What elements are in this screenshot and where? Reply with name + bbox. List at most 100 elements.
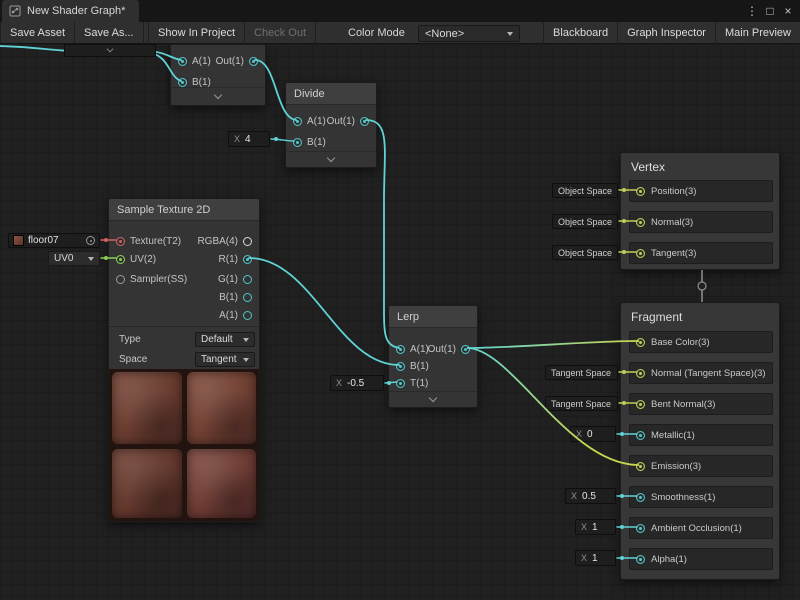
port-output-r[interactable]	[243, 255, 252, 264]
collapsed-node[interactable]	[64, 44, 156, 57]
graph-toolbar: Save Asset Save As... Show In Project Ch…	[0, 22, 800, 44]
port-tangent[interactable]	[636, 249, 645, 258]
block-row-tangent[interactable]: Tangent(3)	[629, 242, 773, 264]
type-dropdown[interactable]: Default	[195, 332, 255, 347]
block-row-smoothness[interactable]: Smoothness(1)	[629, 486, 773, 508]
title-bar: New Shader Graph* ⋮ □ ×	[0, 0, 800, 22]
field-value[interactable]: 1	[592, 522, 598, 533]
field-axis-label: X	[581, 553, 587, 563]
port-input-texture[interactable]	[116, 237, 125, 246]
port-emission[interactable]	[636, 462, 645, 471]
graph-inspector-button[interactable]: Graph Inspector	[618, 22, 716, 44]
port-smoothness[interactable]	[636, 493, 645, 502]
port-output[interactable]	[249, 57, 258, 66]
node-title[interactable]: Sample Texture 2D	[109, 199, 259, 221]
save-as-button[interactable]: Save As...	[75, 22, 144, 44]
block-row-alpha[interactable]: Alpha(1)	[629, 548, 773, 570]
graph-tab[interactable]: New Shader Graph*	[2, 0, 139, 22]
divide-node[interactable]: Divide A(1) Out(1) B(1)	[285, 82, 377, 168]
port-normal[interactable]	[636, 218, 645, 227]
save-group: Save Asset Save As...	[0, 22, 144, 44]
field-value[interactable]: -0.5	[347, 378, 364, 389]
window-close-icon[interactable]: ×	[780, 0, 796, 22]
port-input-a[interactable]	[178, 57, 187, 66]
vertex-block[interactable]: Vertex Position(3) Normal(3) Tangent(3)	[620, 152, 780, 270]
port-input-sampler[interactable]	[116, 275, 125, 284]
block-row-position[interactable]: Position(3)	[629, 180, 773, 202]
port-input-uv[interactable]	[116, 255, 125, 264]
port-label: B(1)	[192, 77, 211, 88]
fragment-block[interactable]: Fragment Base Color(3) Normal (Tangent S…	[620, 302, 780, 580]
block-row-metallic[interactable]: Metallic(1)	[629, 424, 773, 446]
port-label: R(1)	[219, 254, 238, 265]
panels-group: Blackboard Graph Inspector Main Preview	[543, 22, 800, 44]
save-asset-button[interactable]: Save Asset	[1, 22, 75, 44]
port-metallic[interactable]	[636, 431, 645, 440]
block-row-emission[interactable]: Emission(3)	[629, 455, 773, 477]
port-label: A(1)	[192, 56, 211, 67]
space-value: Tangent	[201, 354, 237, 365]
port-normal-tangent-space[interactable]	[636, 369, 645, 378]
field-value[interactable]: 0.5	[582, 491, 596, 502]
chevron-down-icon	[507, 32, 513, 36]
alpha-value-field[interactable]: X 1	[575, 550, 616, 566]
normal-space-selector[interactable]: Object Space	[552, 214, 618, 229]
block-row-ambient-occlusion[interactable]: Ambient Occlusion(1)	[629, 517, 773, 539]
position-space-selector[interactable]: Object Space	[552, 183, 618, 198]
port-input-a[interactable]	[293, 117, 302, 126]
port-output-g[interactable]	[243, 275, 252, 284]
smoothness-value-field[interactable]: X 0.5	[565, 488, 616, 504]
space-dropdown[interactable]: Tangent	[195, 352, 255, 367]
port-alpha[interactable]	[636, 555, 645, 564]
bent-normal-space-selector[interactable]: Tangent Space	[545, 396, 618, 411]
normal-space-selector[interactable]: Tangent Space	[545, 365, 618, 380]
block-row-normal[interactable]: Normal(3)	[629, 211, 773, 233]
chevron-down-icon	[243, 358, 249, 362]
node-collapse-strip[interactable]	[286, 151, 376, 167]
chevron-down-icon[interactable]	[107, 45, 114, 52]
field-value[interactable]: 1	[592, 553, 598, 564]
sample-texture-2d-node[interactable]: Sample Texture 2D Texture(T2) RGBA(4) UV…	[108, 198, 260, 522]
color-mode-dropdown[interactable]: <None>	[418, 25, 520, 42]
window-menu-icon[interactable]: ⋮	[744, 0, 760, 22]
block-row-base-color[interactable]: Base Color(3)	[629, 331, 773, 353]
node-collapse-strip[interactable]	[171, 87, 265, 105]
port-base-color[interactable]	[636, 338, 645, 347]
port-input-b[interactable]	[293, 138, 302, 147]
node-collapse-strip[interactable]	[389, 391, 477, 407]
port-position[interactable]	[636, 187, 645, 196]
blackboard-button[interactable]: Blackboard	[544, 22, 618, 44]
node-title[interactable]: Lerp	[389, 306, 477, 328]
window-maximize-icon[interactable]: □	[762, 0, 778, 22]
main-preview-button[interactable]: Main Preview	[716, 22, 800, 44]
ambient-occlusion-value-field[interactable]: X 1	[575, 519, 616, 535]
lerp-node[interactable]: Lerp A(1) Out(1) B(1) T(1)	[388, 305, 478, 408]
tangent-space-selector[interactable]: Object Space	[552, 245, 618, 260]
texture-tile	[187, 449, 257, 518]
port-output-rgba[interactable]	[243, 237, 252, 246]
port-ambient-occlusion[interactable]	[636, 524, 645, 533]
block-row-normal-ts[interactable]: Normal (Tangent Space)(3)	[629, 362, 773, 384]
texture-object-field[interactable]: floor07	[8, 233, 100, 248]
port-output[interactable]	[360, 117, 369, 126]
port-output-a[interactable]	[243, 311, 252, 320]
port-output[interactable]	[461, 345, 470, 354]
field-value[interactable]: 0	[587, 429, 593, 440]
port-bent-normal[interactable]	[636, 400, 645, 409]
metallic-value-field[interactable]: X 0	[570, 426, 616, 442]
divide-b-value-field[interactable]: X 4	[228, 131, 270, 147]
uv-channel-dropdown[interactable]: UV0	[48, 251, 100, 266]
port-input-b[interactable]	[178, 78, 187, 87]
lerp-t-value-field[interactable]: X -0.5	[330, 375, 384, 391]
object-picker-icon[interactable]	[86, 236, 95, 245]
port-input-a[interactable]	[396, 345, 405, 354]
port-input-t[interactable]	[396, 379, 405, 388]
row-label: Emission(3)	[651, 461, 701, 472]
field-value[interactable]: 4	[245, 134, 251, 145]
port-input-b[interactable]	[396, 362, 405, 371]
add-node[interactable]: A(1) Out(1) B(1)	[170, 44, 266, 106]
port-output-b[interactable]	[243, 293, 252, 302]
block-row-bent-normal[interactable]: Bent Normal(3)	[629, 393, 773, 415]
show-in-project-button[interactable]: Show In Project	[149, 22, 245, 44]
node-title[interactable]: Divide	[286, 83, 376, 105]
